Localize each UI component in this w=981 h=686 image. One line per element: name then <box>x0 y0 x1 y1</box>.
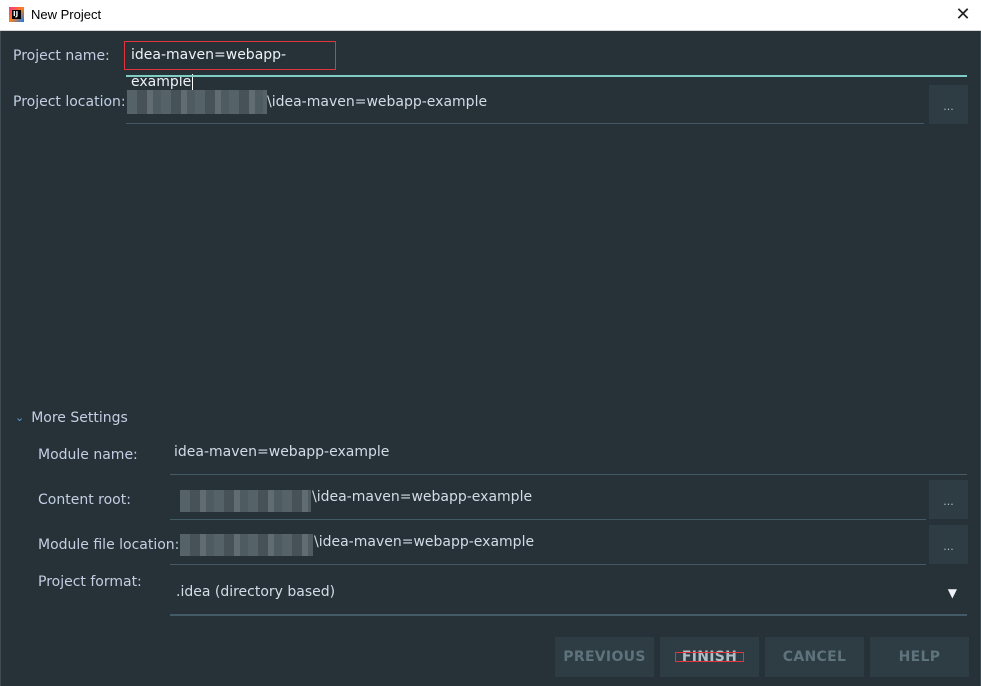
project-format-value: .idea (directory based) <box>176 584 336 600</box>
help-button[interactable]: HELP <box>870 637 969 677</box>
module-name-input[interactable]: idea-maven=webapp-example <box>174 444 389 460</box>
module-name-underline <box>170 474 967 475</box>
project-name-value: idea-maven=webapp-example <box>131 47 287 90</box>
cancel-button[interactable]: CANCEL <box>765 637 864 677</box>
redacted-path <box>180 534 313 556</box>
module-file-location-browse-button[interactable]: ... <box>929 525 968 564</box>
previous-button[interactable]: PREVIOUS <box>555 637 654 677</box>
project-location-value[interactable]: \idea-maven=webapp-example <box>267 94 487 110</box>
window-titlebar: IJ New Project ✕ <box>0 0 981 31</box>
redacted-path <box>180 490 311 512</box>
window-title: New Project <box>31 7 102 22</box>
chevron-down-icon: ⌄ <box>15 411 25 424</box>
content-root-value[interactable]: \idea-maven=webapp-example <box>312 489 532 505</box>
project-location-label: Project location: <box>13 94 126 110</box>
module-file-location-value[interactable]: \idea-maven=webapp-example <box>314 534 534 550</box>
project-name-input[interactable]: idea-maven=webapp-example <box>124 41 336 90</box>
module-file-location-label: Module file location: <box>38 537 180 553</box>
dropdown-arrow-icon: ▼ <box>947 586 957 600</box>
finish-button[interactable]: FINISH <box>660 637 759 677</box>
more-settings-label: More Settings <box>31 410 128 426</box>
project-format-select[interactable]: .idea (directory based) ▼ <box>170 576 967 616</box>
module-name-label: Module name: <box>38 447 138 463</box>
redacted-path <box>127 90 267 114</box>
project-location-browse-button[interactable]: ... <box>929 85 968 124</box>
project-name-label: Project name: <box>13 48 110 64</box>
content-root-underline <box>170 519 926 520</box>
project-location-underline <box>126 123 924 124</box>
new-project-dialog: Project name: idea-maven=webapp-example … <box>0 31 981 686</box>
project-format-label: Project format: <box>38 574 142 590</box>
module-file-location-underline <box>170 564 926 565</box>
more-settings-toggle[interactable]: ⌄ More Settings <box>15 410 128 426</box>
project-name-underline <box>126 75 967 77</box>
intellij-icon: IJ <box>9 7 24 22</box>
close-icon[interactable]: ✕ <box>951 3 975 27</box>
content-root-browse-button[interactable]: ... <box>929 480 968 519</box>
content-root-label: Content root: <box>38 492 131 508</box>
